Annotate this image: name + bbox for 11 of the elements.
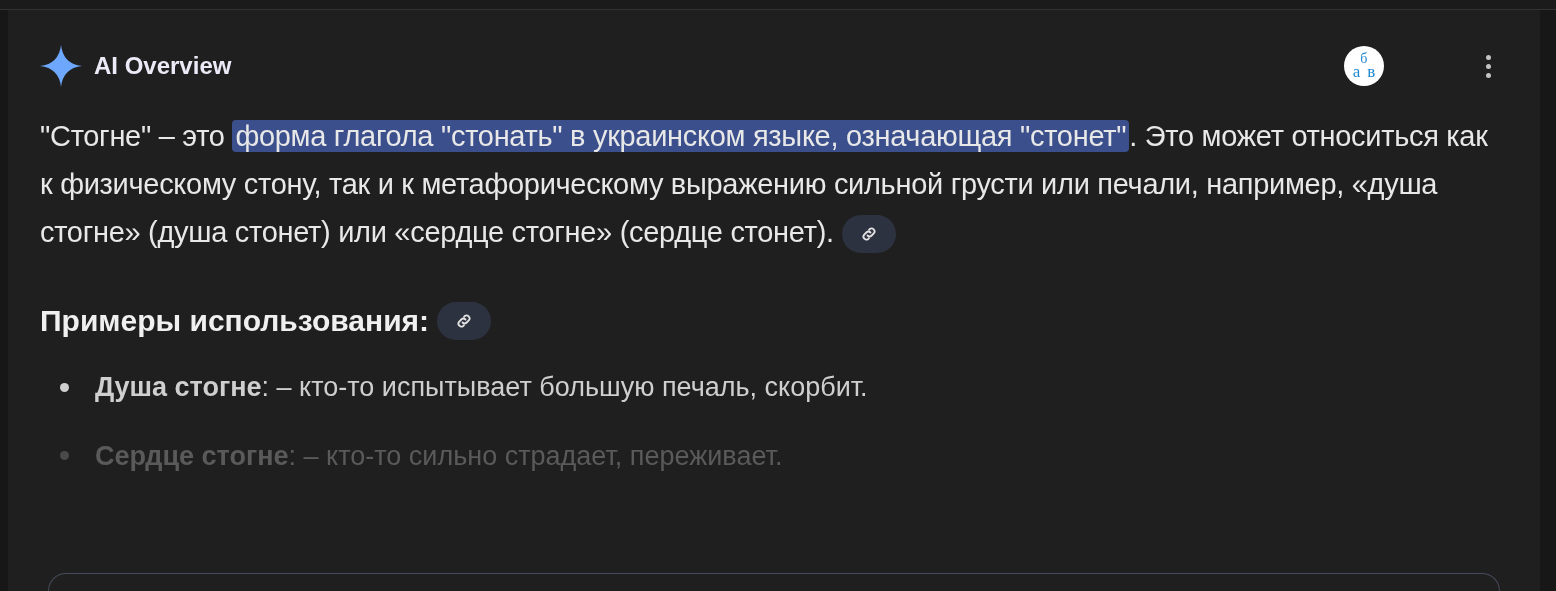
answer-paragraph: "Стогне" – это форма глагола "стонать" в украинском языке, означающая "стонет". Это может относиться как к физическому стону, так и к метафорическому выражению сильной грусти или печали, например, «душа стогне» (душа стонет) или «сердце стогне» (сердце стонет). [40,112,1490,256]
example-text: Душа стогне: – кто-то испытывает большую печаль, скорбит. [95,371,868,404]
panel-title: AI Overview [94,51,232,81]
translate-button[interactable]: а б в [1344,46,1384,86]
sparkle-icon [40,45,82,87]
link-button[interactable] [841,215,896,254]
example-text: Сердце стогне: – кто-то сильно страдает, переживает. [95,439,783,473]
link-button[interactable] [437,301,492,340]
link-icon [859,225,878,244]
section-heading: Примеры использования: [40,303,430,339]
link-icon [455,311,474,330]
